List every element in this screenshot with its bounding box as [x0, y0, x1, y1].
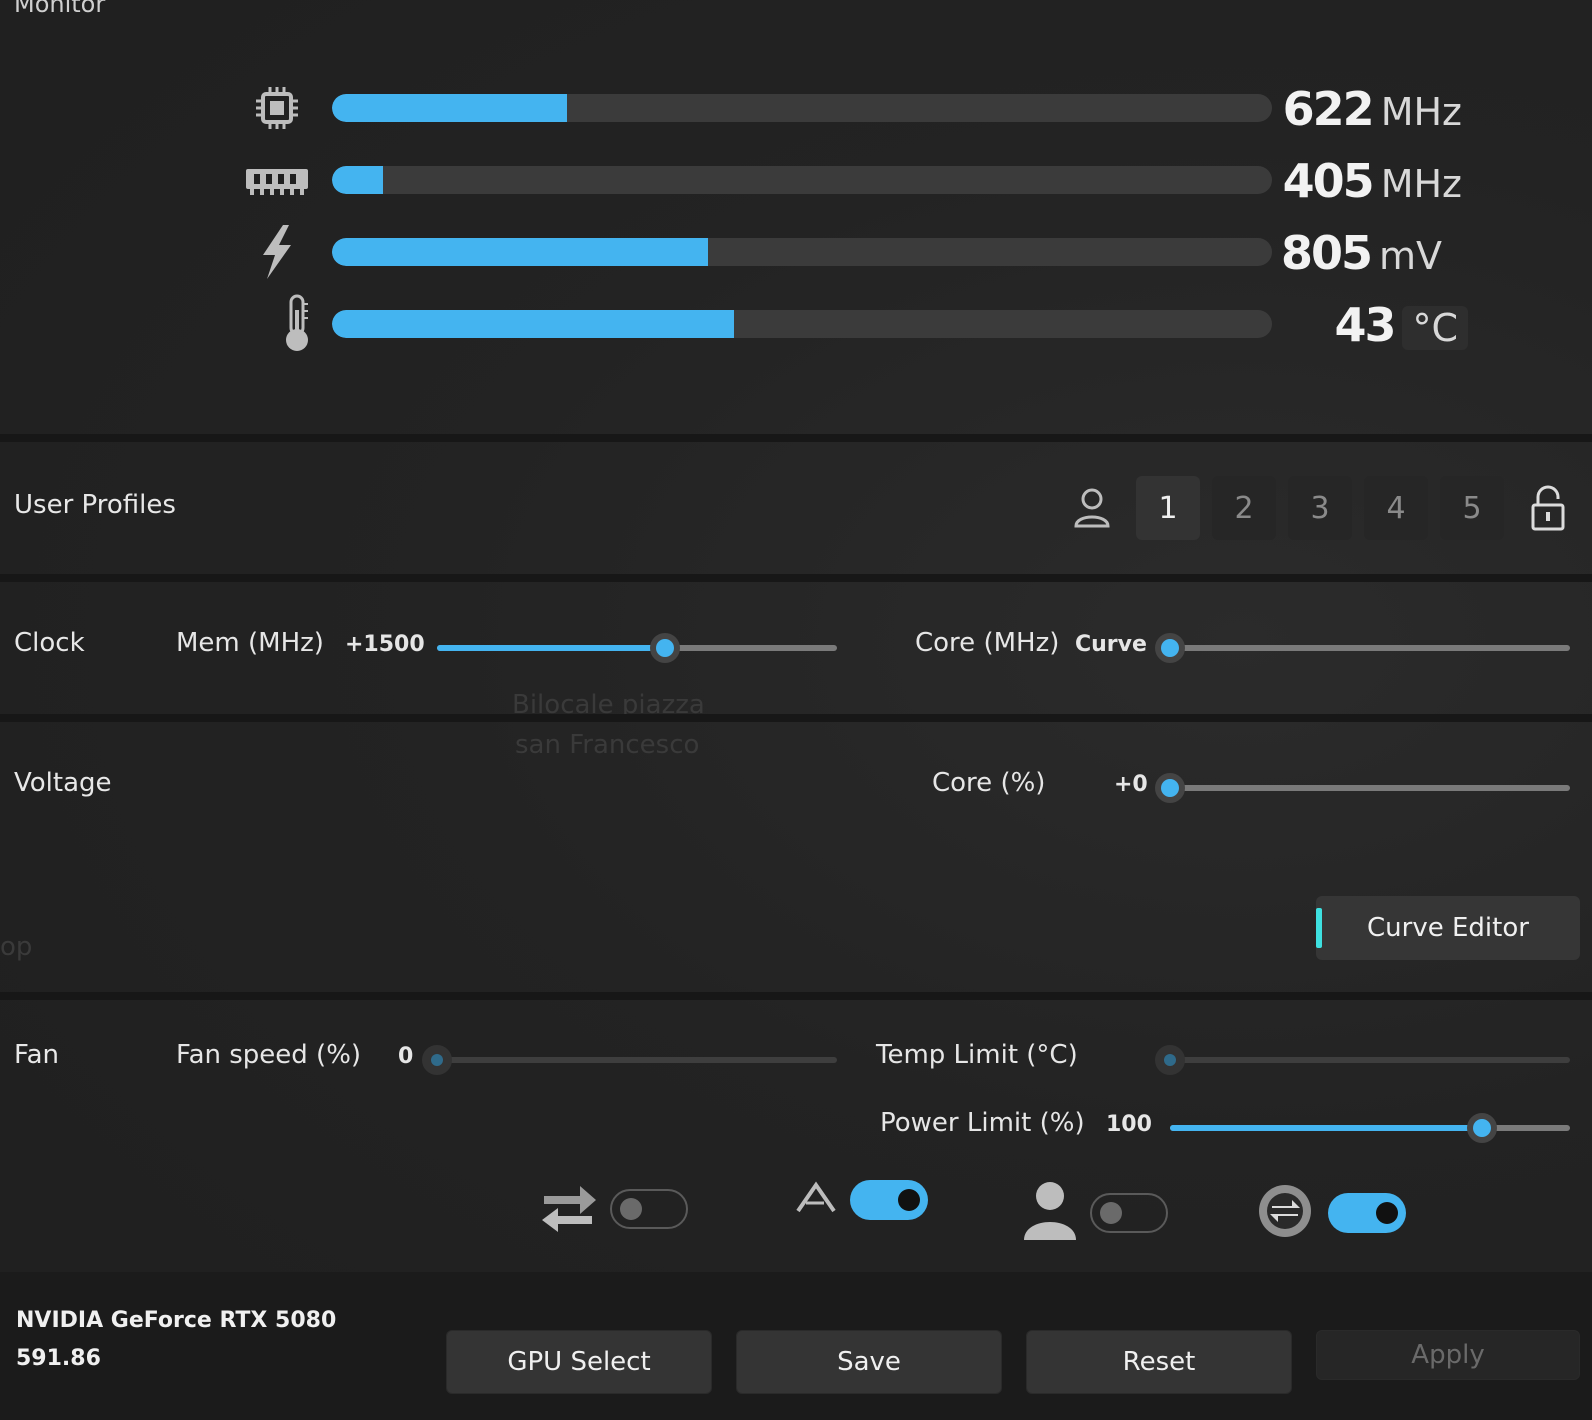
temperature-unit: °C [1402, 306, 1468, 350]
temperature-readout: 43 °C [1334, 298, 1468, 352]
temp-limit-slider-handle[interactable] [1155, 1045, 1185, 1075]
profiles-title: User Profiles [14, 490, 176, 520]
gpu-clock-value: 622 [1282, 82, 1375, 136]
mem-clock-bar [332, 166, 1272, 194]
temp-limit-slider[interactable] [1155, 1045, 1570, 1075]
monitor-row-gpu-clock: 622 MHz [0, 78, 1592, 138]
divider [0, 434, 1592, 442]
user-fan-toggle[interactable] [1090, 1193, 1168, 1233]
mem-clock-slider[interactable] [437, 633, 837, 663]
curve-editor-button[interactable]: Curve Editor [1316, 896, 1580, 960]
profile-1-button[interactable]: 1 [1136, 476, 1200, 540]
core-voltage-slider[interactable] [1155, 773, 1570, 803]
monitor-section: Monitor 622 MHz 405 MHz 805 mV 43 °C [0, 0, 1592, 434]
profile-selector: 1 2 3 4 5 [1060, 442, 1580, 574]
afterburner-window: Bilocale piazza san Francesco op Monitor [0, 0, 1592, 1420]
divider [0, 574, 1592, 582]
core-voltage-label: Core (%) [932, 768, 1046, 798]
fan-sync-icon [1254, 1180, 1316, 1246]
core-voltage-slider-handle[interactable] [1155, 773, 1185, 803]
user-icon [1022, 1180, 1078, 1246]
fan-speed-slider-handle[interactable] [422, 1045, 452, 1075]
monitor-row-voltage: 805 mV [0, 222, 1592, 282]
user-fan-toggle-group [1022, 1180, 1168, 1246]
power-limit-slider[interactable] [1170, 1113, 1570, 1143]
thermometer-icon [262, 294, 332, 354]
mem-clock-value: 405 [1282, 154, 1375, 208]
clock-section: Clock Mem (MHz) +1500 Core (MHz) Curve [0, 582, 1592, 714]
gpu-select-button[interactable]: GPU Select [446, 1330, 712, 1394]
temp-limit-label: Temp Limit (°C) [876, 1040, 1078, 1070]
voltage-value: 805 [1280, 226, 1373, 280]
save-button[interactable]: Save [736, 1330, 1002, 1394]
gpu-clock-readout: 622 MHz [1283, 82, 1462, 136]
mem-clock-unit: MHz [1380, 162, 1462, 206]
curve-editor-label: Curve Editor [1367, 913, 1529, 943]
driver-version: 591.86 [16, 1346, 101, 1371]
auto-icon [794, 1181, 838, 1219]
clock-title: Clock [14, 628, 85, 658]
power-limit-slider-handle[interactable] [1467, 1113, 1497, 1143]
lock-icon[interactable] [1516, 476, 1580, 540]
fan-speed-slider[interactable] [422, 1045, 837, 1075]
voltage-readout: 805 mV [1281, 226, 1442, 280]
auto-toggle[interactable] [850, 1180, 928, 1220]
temperature-bar [332, 310, 1272, 338]
sync-arrows-icon [538, 1180, 598, 1238]
core-clock-value: Curve [1075, 632, 1147, 657]
profile-user-icon[interactable] [1060, 476, 1124, 540]
monitor-row-temperature: 43 °C [0, 294, 1592, 354]
gpu-chip-icon [242, 78, 312, 138]
mem-clock-label: Mem (MHz) [176, 628, 324, 658]
power-limit-label: Power Limit (%) [880, 1108, 1085, 1138]
profile-4-button[interactable]: 4 [1364, 476, 1428, 540]
temperature-value: 43 [1334, 298, 1396, 352]
curve-editor-accent [1316, 908, 1322, 948]
profile-2-button[interactable]: 2 [1212, 476, 1276, 540]
profile-5-button[interactable]: 5 [1440, 476, 1504, 540]
memory-icon [242, 150, 312, 210]
sync-toggle[interactable] [610, 1189, 688, 1229]
voltage-title: Voltage [14, 768, 112, 798]
profiles-section: User Profiles 1 2 3 4 5 [0, 442, 1592, 574]
core-clock-slider-handle[interactable] [1155, 633, 1185, 663]
core-voltage-value: +0 [1114, 772, 1148, 797]
apply-button[interactable]: Apply [1316, 1330, 1580, 1380]
auto-toggle-group [794, 1180, 928, 1220]
profile-3-button[interactable]: 3 [1288, 476, 1352, 540]
gpu-clock-unit: MHz [1380, 90, 1462, 134]
monitor-title: Monitor [14, 0, 106, 18]
gpu-name: NVIDIA GeForce RTX 5080 [16, 1308, 337, 1333]
fan-sync-toggle-group [538, 1180, 688, 1238]
mem-clock-offset-value: +1500 [345, 632, 425, 657]
divider [0, 714, 1592, 722]
gpu-clock-bar [332, 94, 1272, 122]
voltage-unit: mV [1378, 234, 1442, 278]
voltage-icon [242, 222, 312, 282]
fan-sync-mode-toggle[interactable] [1328, 1193, 1406, 1233]
fan-sync-mode-toggle-group [1254, 1180, 1406, 1246]
fan-speed-value: 0 [398, 1044, 414, 1069]
fan-speed-label: Fan speed (%) [176, 1040, 362, 1070]
voltage-bar [332, 238, 1272, 266]
reset-button[interactable]: Reset [1026, 1330, 1292, 1394]
power-limit-value: 100 [1106, 1112, 1152, 1137]
monitor-row-mem-clock: 405 MHz [0, 150, 1592, 210]
core-clock-label: Core (MHz) [915, 628, 1060, 658]
fan-title: Fan [14, 1040, 59, 1070]
mem-clock-readout: 405 MHz [1283, 154, 1462, 208]
divider [0, 992, 1592, 1000]
mem-clock-slider-handle[interactable] [650, 633, 680, 663]
core-clock-slider[interactable] [1155, 633, 1570, 663]
